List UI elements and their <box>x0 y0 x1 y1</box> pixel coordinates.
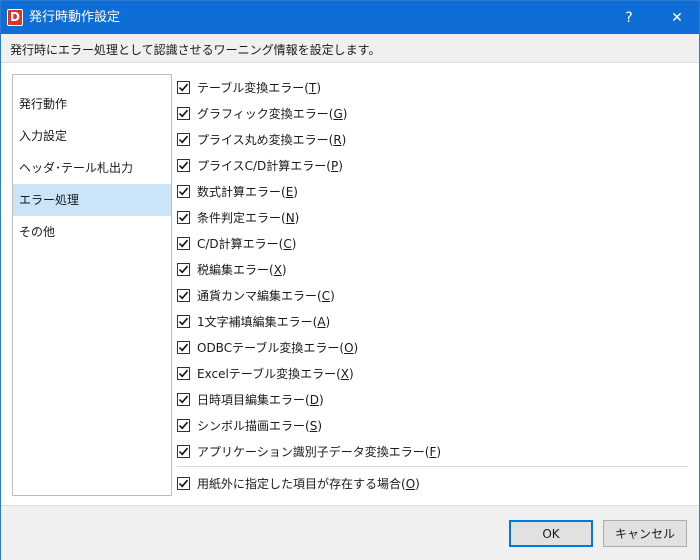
close-button[interactable]: ✕ <box>655 1 699 34</box>
option-label: 通貨カンマ編集エラー(C) <box>197 288 335 303</box>
option-checkbox[interactable] <box>177 132 190 146</box>
app-logo-icon: D <box>7 9 23 26</box>
app-logo-letter: D <box>8 10 22 25</box>
option-label: 1文字補填編集エラー(A) <box>197 314 331 329</box>
option-label: 条件判定エラー(N) <box>197 210 300 225</box>
option-row[interactable]: プライス丸め変換エラー(R) <box>177 129 346 149</box>
option-checkbox[interactable] <box>177 444 190 458</box>
check-mark-icon <box>178 109 189 117</box>
option-checkbox[interactable] <box>177 288 190 302</box>
option-checkbox[interactable] <box>177 314 190 328</box>
check-mark-icon <box>178 135 189 143</box>
option-row[interactable]: 通貨カンマ編集エラー(C) <box>177 285 335 305</box>
option-label: 日時項目編集エラー(D) <box>197 392 324 407</box>
option-row-out-of-paper[interactable]: 用紙外に指定した項目が存在する場合(O) <box>177 473 420 493</box>
option-row[interactable]: シンボル描画エラー(S) <box>177 415 322 435</box>
check-mark-icon <box>178 291 189 299</box>
close-icon: ✕ <box>671 9 683 26</box>
check-mark-icon <box>178 369 189 377</box>
option-row[interactable]: 条件判定エラー(N) <box>177 207 299 227</box>
option-row[interactable]: プライスC/D計算エラー(P) <box>177 155 343 175</box>
option-label: C/D計算エラー(C) <box>197 236 297 251</box>
option-label: プライス丸め変換エラー(R) <box>197 132 347 147</box>
option-label: 数式計算エラー(E) <box>197 184 298 199</box>
category-list: 発行動作 入力設定 ヘッダ･テール札出力 エラー処理 その他 <box>12 74 172 496</box>
option-label-out-of-paper: 用紙外に指定した項目が存在する場合(O) <box>197 476 420 491</box>
option-label: アプリケーション識別子データ変換エラー(F) <box>197 444 442 459</box>
content-area: 発行動作 入力設定 ヘッダ･テール札出力 エラー処理 その他 テーブル変換エラー… <box>1 63 699 505</box>
check-mark-icon <box>178 421 189 429</box>
check-mark-icon <box>178 317 189 325</box>
option-checkbox[interactable] <box>177 340 190 354</box>
option-label: ODBCテーブル変換エラー(O) <box>197 340 359 355</box>
description-text: 発行時にエラー処理として認識させるワーニング情報を設定します。 <box>10 43 381 57</box>
options-divider <box>177 466 688 467</box>
sidebar-item-input-settings[interactable]: 入力設定 <box>13 120 171 152</box>
option-checkbox[interactable] <box>177 418 190 432</box>
option-checkbox[interactable] <box>177 236 190 250</box>
check-mark-icon <box>178 265 189 273</box>
sidebar-item-error-handling[interactable]: エラー処理 <box>13 184 171 216</box>
check-mark-icon <box>178 395 189 403</box>
option-checkbox[interactable] <box>177 392 190 406</box>
option-label: グラフィック変換エラー(G) <box>197 106 348 121</box>
option-label: 税編集エラー(X) <box>197 262 287 277</box>
description-bar: 発行時にエラー処理として認識させるワーニング情報を設定します。 <box>1 34 699 63</box>
option-row[interactable]: テーブル変換エラー(T) <box>177 77 321 97</box>
check-mark-icon <box>178 479 189 487</box>
option-row[interactable]: ODBCテーブル変換エラー(O) <box>177 337 358 357</box>
help-icon: ? <box>625 9 633 26</box>
option-row[interactable]: 税編集エラー(X) <box>177 259 287 279</box>
title-bar[interactable]: D 発行時動作設定 ? ✕ <box>1 1 699 34</box>
option-checkbox[interactable] <box>177 158 190 172</box>
dialog-footer: OK キャンセル <box>1 505 699 560</box>
option-row[interactable]: 数式計算エラー(E) <box>177 181 298 201</box>
check-mark-icon <box>178 213 189 221</box>
sidebar-item-other[interactable]: その他 <box>13 216 171 248</box>
sidebar-item-header-tail-output[interactable]: ヘッダ･テール札出力 <box>13 152 171 184</box>
option-label: テーブル変換エラー(T) <box>197 80 321 95</box>
option-label: シンボル描画エラー(S) <box>197 418 322 433</box>
option-row[interactable]: C/D計算エラー(C) <box>177 233 296 253</box>
help-button[interactable]: ? <box>607 1 651 34</box>
cancel-button[interactable]: キャンセル <box>603 520 687 547</box>
option-checkbox[interactable] <box>177 184 190 198</box>
option-checkbox[interactable] <box>177 80 190 94</box>
option-row[interactable]: Excelテーブル変換エラー(X) <box>177 363 354 383</box>
option-row[interactable]: グラフィック変換エラー(G) <box>177 103 347 123</box>
checkbox-out-of-paper[interactable] <box>177 476 190 490</box>
option-label: プライスC/D計算エラー(P) <box>197 158 343 173</box>
option-checkbox[interactable] <box>177 262 190 276</box>
settings-dialog: D 発行時動作設定 ? ✕ 発行時にエラー処理として認識させるワーニング情報を設… <box>0 0 700 560</box>
window-title: 発行時動作設定 <box>29 10 121 25</box>
option-checkbox[interactable] <box>177 106 190 120</box>
option-row[interactable]: アプリケーション識別子データ変換エラー(F) <box>177 441 441 461</box>
check-mark-icon <box>178 343 189 351</box>
check-mark-icon <box>178 161 189 169</box>
option-row[interactable]: 日時項目編集エラー(D) <box>177 389 324 409</box>
check-mark-icon <box>178 83 189 91</box>
check-mark-icon <box>178 187 189 195</box>
check-mark-icon <box>178 447 189 455</box>
option-checkbox[interactable] <box>177 210 190 224</box>
ok-button[interactable]: OK <box>509 520 593 547</box>
option-row[interactable]: 1文字補填編集エラー(A) <box>177 311 330 331</box>
sidebar-item-publish-action[interactable]: 発行動作 <box>13 88 171 120</box>
option-label: Excelテーブル変換エラー(X) <box>197 366 354 381</box>
option-checkbox[interactable] <box>177 366 190 380</box>
check-mark-icon <box>178 239 189 247</box>
